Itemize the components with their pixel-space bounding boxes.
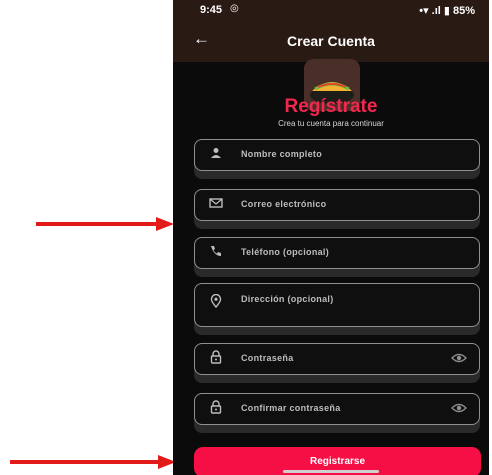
mail-icon bbox=[209, 198, 223, 208]
confirm-password-field[interactable]: Confirmar contraseña bbox=[194, 393, 480, 425]
full-name-placeholder: Nombre completo bbox=[241, 149, 323, 159]
eye-icon[interactable] bbox=[451, 402, 467, 414]
password-placeholder: Contraseña bbox=[241, 353, 294, 363]
annotation-arrow-register bbox=[10, 455, 176, 469]
address-field[interactable]: Dirección (opcional) bbox=[194, 283, 480, 327]
lock-icon bbox=[210, 400, 222, 414]
phone-screen: 9:45 ◎ •▾ .ıl ▮ 85% ← Crear Cuenta Regís… bbox=[173, 0, 489, 475]
eye-icon[interactable] bbox=[451, 352, 467, 364]
status-bar: 9:45 ◎ •▾ .ıl ▮ 85% bbox=[173, 0, 489, 20]
lock-icon bbox=[210, 350, 222, 364]
email-field[interactable]: Correo electrónico bbox=[194, 189, 480, 221]
app-bar: ← Crear Cuenta bbox=[173, 20, 489, 62]
confirm-password-placeholder: Confirmar contraseña bbox=[241, 403, 341, 413]
password-field[interactable]: Contraseña bbox=[194, 343, 480, 375]
phone-field[interactable]: Teléfono (opcional) bbox=[194, 237, 480, 269]
camera-icon: ◎ bbox=[230, 3, 239, 14]
status-icons: •▾ .ıl ▮ 85% bbox=[419, 5, 475, 17]
register-heading: Regístrate bbox=[284, 96, 378, 117]
email-placeholder: Correo electrónico bbox=[241, 199, 327, 209]
phone-placeholder: Teléfono (opcional) bbox=[241, 247, 330, 257]
register-subtitle: Crea tu cuenta para continuar bbox=[278, 119, 384, 128]
home-indicator bbox=[283, 470, 379, 473]
annotation-arrow-email bbox=[36, 217, 174, 231]
full-name-field[interactable]: Nombre completo bbox=[194, 139, 480, 171]
location-icon bbox=[210, 294, 222, 308]
phone-icon bbox=[211, 246, 221, 256]
person-icon bbox=[211, 148, 221, 158]
status-time: 9:45 bbox=[200, 4, 223, 16]
page-title: Crear Cuenta bbox=[287, 33, 375, 49]
address-placeholder: Dirección (opcional) bbox=[241, 294, 334, 304]
